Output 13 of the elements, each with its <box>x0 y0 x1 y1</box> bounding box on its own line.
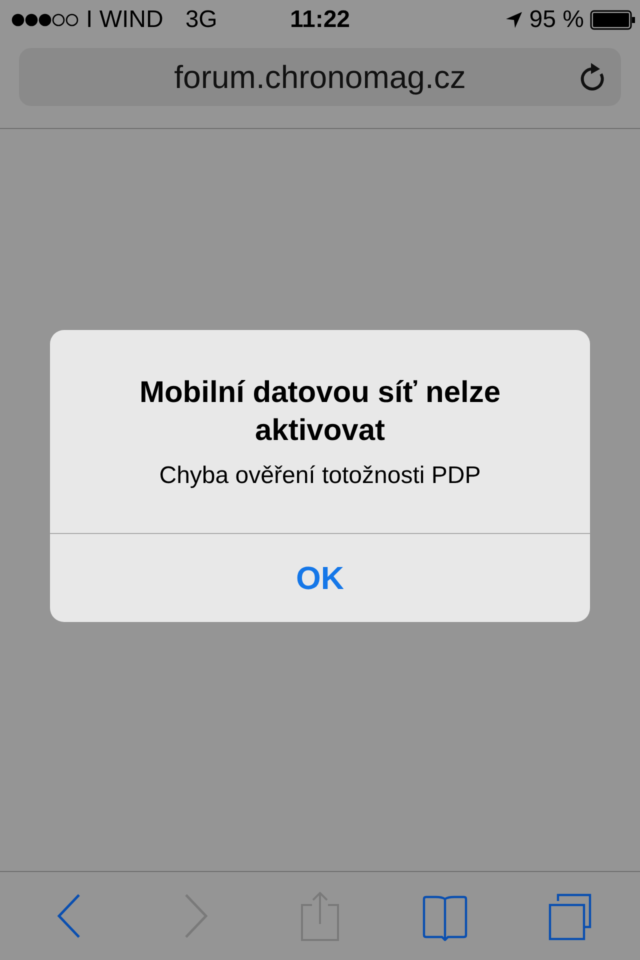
url-text: forum.chronomag.cz <box>174 58 466 96</box>
address-bar[interactable]: forum.chronomag.cz <box>19 48 621 106</box>
network-type: 3G <box>185 6 218 34</box>
battery-icon <box>590 10 636 30</box>
signal-icon <box>10 12 80 28</box>
battery-percent: 95 % <box>529 6 584 34</box>
location-arrow-icon <box>505 11 524 29</box>
alert-message: Chyba ověření totožnosti PDP <box>159 462 481 490</box>
ok-button[interactable]: OK <box>50 534 590 622</box>
carrier-name: I WIND <box>86 6 164 34</box>
reload-icon[interactable] <box>579 62 607 92</box>
alert-title: Mobilní datovou síť nelze aktivovat <box>138 374 502 448</box>
clock: 11:22 <box>288 6 352 34</box>
